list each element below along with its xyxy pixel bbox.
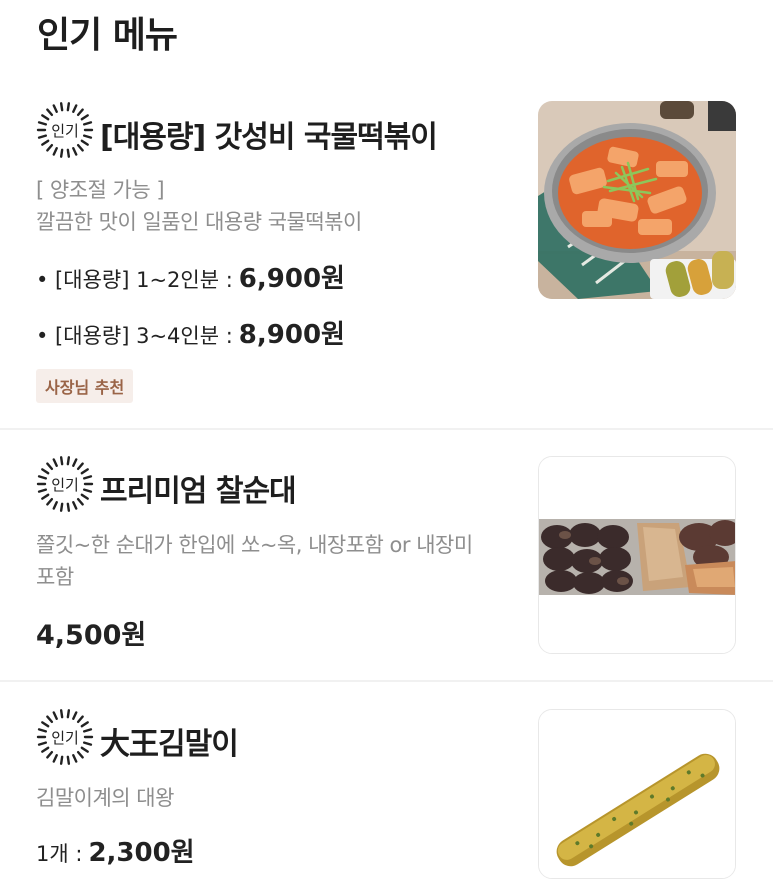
badge-ray bbox=[66, 148, 71, 158]
badge-ray bbox=[82, 475, 93, 480]
badge-ray bbox=[76, 715, 84, 724]
menu-item-price: 4,500원 bbox=[36, 620, 147, 651]
price-option-amount: 2,300원 bbox=[88, 838, 195, 868]
menu-item-description: 쫄깃~한 순대가 한입에 쏘~옥, 내장포함 or 내장미 bbox=[36, 533, 473, 557]
badge-ray bbox=[72, 104, 78, 114]
badge-ray bbox=[72, 500, 78, 510]
menu-item-gimmari[interactable]: 인기 大王김말이 김말이계의 대왕 1개 :2,300원 bbox=[0, 682, 773, 879]
menu-item-description: 김말이계의 대왕 bbox=[36, 786, 174, 810]
badge-ray bbox=[82, 728, 93, 733]
badge-ray bbox=[37, 488, 48, 493]
tteokbokki-photo[interactable] bbox=[538, 101, 736, 299]
badge-ray bbox=[52, 146, 58, 156]
menu-item-name: 大王김말이 bbox=[100, 727, 239, 762]
badge-ray bbox=[41, 746, 50, 753]
badge-ray bbox=[59, 502, 64, 512]
popular-badge-icon: 인기 bbox=[36, 102, 94, 158]
badge-ray bbox=[46, 143, 54, 152]
price-option: 1개 :2,300원 bbox=[36, 832, 195, 869]
badge-ray bbox=[59, 456, 64, 466]
badge-ray bbox=[82, 741, 93, 746]
badge-ray bbox=[72, 711, 78, 721]
badge-ray bbox=[41, 139, 50, 146]
badge-ray bbox=[80, 139, 89, 146]
badge-ray bbox=[37, 121, 48, 126]
badge-ray bbox=[66, 102, 71, 112]
badge-ray bbox=[76, 143, 84, 152]
badge-ray bbox=[46, 497, 54, 506]
badge-ray bbox=[46, 108, 54, 117]
price-option: • [대용량] 1~2인분 :6,900원 bbox=[36, 258, 345, 295]
badge-ray bbox=[59, 102, 64, 112]
gimmari-photo[interactable] bbox=[538, 709, 736, 879]
menu-item-name: 프리미엄 찰순대 bbox=[100, 474, 297, 509]
menu-item-description: 포함 bbox=[36, 565, 74, 589]
badge-ray bbox=[37, 728, 48, 733]
badge-ray bbox=[52, 458, 58, 468]
badge-ray bbox=[52, 753, 58, 763]
badge-ray bbox=[82, 121, 93, 126]
badge-ray bbox=[59, 148, 64, 158]
badge-label: 인기 bbox=[51, 476, 79, 494]
badge-ray bbox=[72, 753, 78, 763]
badge-ray bbox=[52, 711, 58, 721]
badge-label: 인기 bbox=[51, 122, 79, 140]
badge-ray bbox=[37, 741, 48, 746]
badge-ray bbox=[52, 104, 58, 114]
badge-ray bbox=[76, 462, 84, 471]
sundae-photo[interactable] bbox=[538, 456, 736, 654]
badge-ray bbox=[80, 493, 89, 500]
badge-ray bbox=[66, 502, 71, 512]
badge-ray bbox=[59, 709, 64, 719]
badge-ray bbox=[41, 468, 50, 475]
badge-ray bbox=[80, 746, 89, 753]
price-option-amount: 8,900원 bbox=[238, 320, 345, 350]
price-option-label: • [대용량] 1~2인분 : bbox=[36, 268, 233, 292]
badge-ray bbox=[72, 146, 78, 156]
badge-ray bbox=[66, 456, 71, 466]
price-option-label: • [대용량] 3~4인분 : bbox=[36, 324, 233, 348]
price-option-label: 1개 : bbox=[36, 842, 83, 866]
popular-badge-icon: 인기 bbox=[36, 456, 94, 512]
badge-ray bbox=[46, 462, 54, 471]
owner-recommend-tag: 사장님 추천 bbox=[36, 369, 134, 403]
badge-ray bbox=[37, 475, 48, 480]
badge-ray bbox=[80, 114, 89, 121]
badge-ray bbox=[41, 721, 50, 728]
option-note: [ 양조절 가능 ] bbox=[36, 178, 165, 202]
badge-ray bbox=[80, 721, 89, 728]
popular-badge-icon: 인기 bbox=[36, 709, 94, 765]
price-option-amount: 6,900원 bbox=[238, 264, 345, 294]
menu-item-sundae[interactable]: 인기 프리미엄 찰순대 쫄깃~한 순대가 한입에 쏘~옥, 내장포함 or 내장… bbox=[0, 430, 773, 680]
badge-ray bbox=[37, 134, 48, 139]
badge-ray bbox=[76, 750, 84, 759]
price-option: • [대용량] 3~4인분 :8,900원 bbox=[36, 314, 345, 351]
badge-ray bbox=[82, 134, 93, 139]
badge-label: 인기 bbox=[51, 729, 79, 747]
badge-ray bbox=[66, 755, 71, 765]
badge-ray bbox=[82, 488, 93, 493]
badge-ray bbox=[41, 493, 50, 500]
badge-ray bbox=[59, 755, 64, 765]
badge-ray bbox=[76, 108, 84, 117]
badge-ray bbox=[46, 715, 54, 724]
menu-item-name: [대용량] 갓성비 국물떡볶이 bbox=[100, 120, 438, 155]
badge-ray bbox=[72, 458, 78, 468]
badge-ray bbox=[76, 497, 84, 506]
badge-ray bbox=[41, 114, 50, 121]
badge-ray bbox=[46, 750, 54, 759]
badge-ray bbox=[66, 709, 71, 719]
badge-ray bbox=[80, 468, 89, 475]
menu-item-tteokbokki[interactable]: 인기 [대용량] 갓성비 국물떡볶이 [ 양조절 가능 ] 깔끔한 맛이 일품인… bbox=[0, 0, 773, 428]
badge-ray bbox=[52, 500, 58, 510]
menu-item-description: 깔끔한 맛이 일품인 대용량 국물떡볶이 bbox=[36, 210, 362, 234]
